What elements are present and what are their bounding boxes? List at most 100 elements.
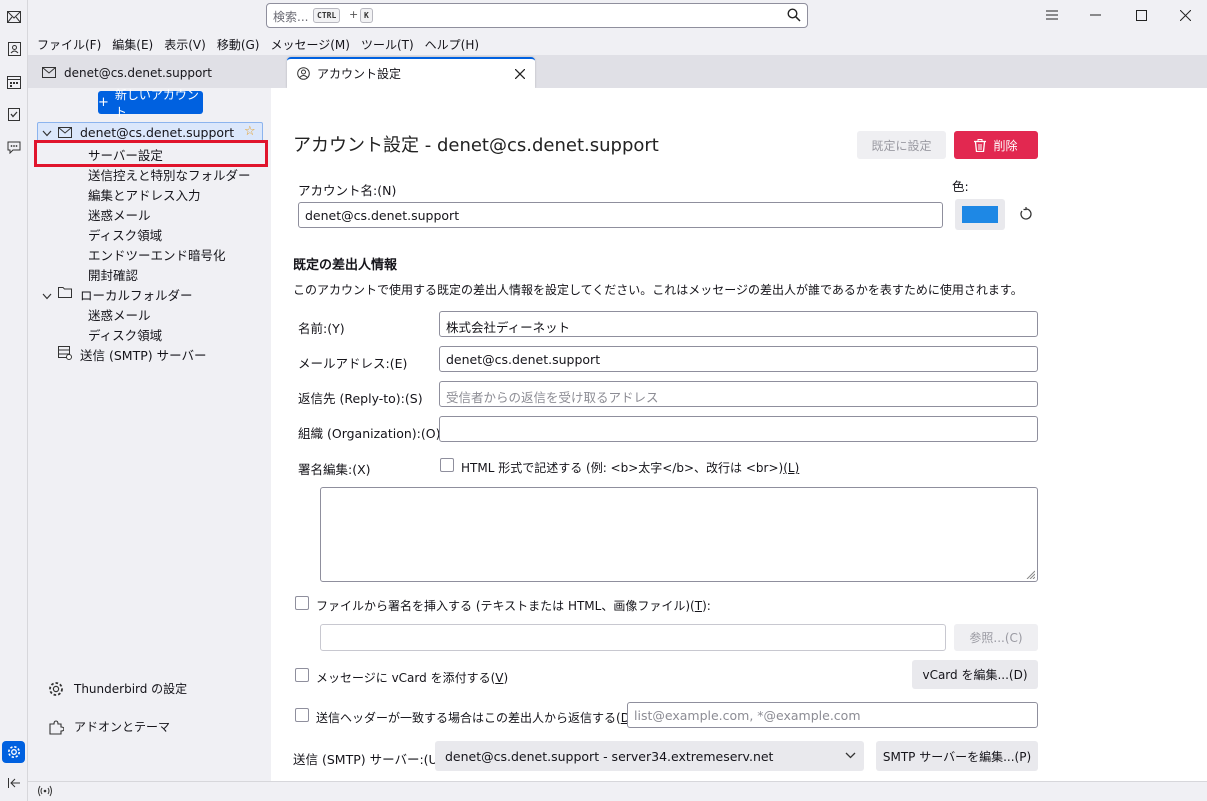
gear-icon <box>49 681 63 696</box>
delete-label: 削除 <box>993 138 1018 153</box>
online-status-icon[interactable] <box>37 785 53 800</box>
account-name-field[interactable]: denet@cs.denet.support <box>298 202 943 228</box>
minimize-icon[interactable] <box>1072 0 1118 30</box>
spaces-toolbar <box>0 0 28 801</box>
mail-tab-icon <box>42 67 56 78</box>
organization-label: 組織 (Organization):(O) <box>298 426 441 441</box>
tab-mail[interactable]: denet@cs.denet.support <box>42 57 282 88</box>
close-window-icon[interactable] <box>1162 0 1207 30</box>
menu-view[interactable]: 表示(V) <box>164 36 206 53</box>
email-field[interactable]: denet@cs.denet.support <box>439 346 1038 372</box>
attach-vcard-checkbox[interactable] <box>295 668 309 682</box>
reply-from-label[interactable]: 送信ヘッダーが一致する場合はこの差出人から返信する(D): <box>316 709 639 726</box>
browse-button[interactable]: 参照...(C) <box>954 624 1038 651</box>
menu-file[interactable]: ファイル(F) <box>37 36 101 53</box>
search-icon[interactable] <box>787 8 801 25</box>
account-settings-tab-icon <box>297 67 310 80</box>
menu-edit[interactable]: 編集(E) <box>112 36 153 53</box>
menu-go[interactable]: 移動(G) <box>217 36 260 53</box>
addons-themes-link[interactable]: アドオンとテーマ <box>48 718 170 735</box>
reply-to-label: 返信先 (Reply-to):(S) <box>298 391 423 406</box>
color-swatch <box>962 206 998 223</box>
thunderbird-settings-link[interactable]: Thunderbird の設定 <box>48 680 187 697</box>
close-tab-icon[interactable] <box>514 64 526 83</box>
folder-icon <box>58 286 73 301</box>
html-signature-label[interactable]: HTML 形式で記述する (例: <b>太字</b>、改行は <br>)(L) <box>461 459 799 476</box>
tree-item-local-disk[interactable]: ディスク領域 <box>88 325 162 344</box>
tree-item-disk-space[interactable]: ディスク領域 <box>88 225 162 244</box>
identity-description: このアカウントで使用する既定の差出人情報を設定してください。これはメッセージの差… <box>293 283 1023 297</box>
tree-item-receipts[interactable]: 開封確認 <box>88 265 138 284</box>
tree-item-junk[interactable]: 迷惑メール <box>88 205 151 224</box>
address-book-icon[interactable] <box>5 40 23 58</box>
menu-help[interactable]: ヘルプ(H) <box>425 36 479 53</box>
puzzle-icon <box>49 719 64 735</box>
chevron-down-icon <box>845 752 856 759</box>
highlight-box <box>34 140 268 167</box>
tree-item-local-junk[interactable]: 迷惑メール <box>88 305 151 324</box>
delete-account-button[interactable]: 削除 <box>954 131 1038 159</box>
color-picker[interactable] <box>955 199 1005 230</box>
tree-item-composition[interactable]: 編集とアドレス入力 <box>88 185 201 204</box>
tab-account-settings[interactable]: アカウント設定 <box>287 57 535 88</box>
mail-icon[interactable] <box>5 8 23 26</box>
signature-label: 署名編集:(X) <box>298 462 371 477</box>
local-folders-label[interactable]: ローカルフォルダー <box>80 285 193 304</box>
html-signature-key: (L) <box>783 461 800 475</box>
signature-file-text: ファイルから署名を挿入する (テキストまたは HTML、画像ファイル)( <box>316 599 695 613</box>
tree-item-e2e[interactable]: エンドツーエンド暗号化 <box>88 245 226 264</box>
account-name-label: denet@cs.denet.support <box>80 125 235 140</box>
signature-file-checkbox[interactable] <box>295 596 309 610</box>
menu-tools[interactable]: ツール(T) <box>361 36 414 53</box>
app-menu-icon[interactable] <box>1029 0 1075 30</box>
search-box[interactable]: 検索... CTRL + K <box>266 3 808 28</box>
signature-file-key: T <box>694 599 703 613</box>
smtp-server-select[interactable]: denet@cs.denet.support - server34.extrem… <box>435 741 864 771</box>
chevron-down-icon[interactable] <box>42 125 52 140</box>
signature-file-end: ): <box>702 599 711 613</box>
addons-themes-label: アドオンとテーマ <box>74 720 171 734</box>
maximize-icon[interactable] <box>1118 0 1164 30</box>
settings-space-icon[interactable] <box>2 741 25 763</box>
email-label: メールアドレス:(E) <box>298 356 408 371</box>
reply-from-text: 送信ヘッダーが一致する場合はこの差出人から返信する( <box>316 711 621 725</box>
name-label: 名前:(Y) <box>298 321 345 336</box>
edit-smtp-button[interactable]: SMTP サーバーを編集...(P) <box>876 741 1038 771</box>
menu-message[interactable]: メッセージ(M) <box>270 36 349 53</box>
edit-vcard-button[interactable]: vCard を編集...(D) <box>912 660 1038 689</box>
chat-icon[interactable] <box>5 138 23 156</box>
html-signature-checkbox[interactable] <box>440 458 454 472</box>
smtp-tree-item[interactable]: 送信 (SMTP) サーバー <box>80 345 206 364</box>
color-label: 色: <box>952 179 969 194</box>
attach-vcard-end: ) <box>503 671 509 685</box>
new-account-button[interactable]: + 新しいアカウント <box>98 88 203 119</box>
tab-account-settings-label: アカウント設定 <box>317 67 402 81</box>
attach-vcard-label[interactable]: メッセージに vCard を添付する(V) <box>316 669 508 686</box>
signature-file-label[interactable]: ファイルから署名を挿入する (テキストまたは HTML、画像ファイル)(T): <box>316 597 711 614</box>
reset-color-icon[interactable] <box>1019 207 1033 224</box>
tree-item-copies-folders[interactable]: 送信控えと特別なフォルダー <box>88 165 251 184</box>
thunderbird-settings-label: Thunderbird の設定 <box>74 682 188 696</box>
shortcut-key-k: K <box>360 8 373 23</box>
reply-to-field[interactable]: 受信者からの返信を受け取るアドレス <box>439 381 1038 407</box>
status-bar <box>28 781 1207 801</box>
chevron-down-icon[interactable] <box>42 288 52 303</box>
signature-textarea[interactable] <box>320 487 1038 582</box>
attach-vcard-text: メッセージに vCard を添付する( <box>316 671 496 685</box>
tasks-icon[interactable] <box>5 105 23 123</box>
name-field[interactable]: 株式会社ディーネット <box>439 311 1038 337</box>
resize-grip-icon[interactable] <box>1025 569 1035 579</box>
reply-from-checkbox[interactable] <box>295 708 309 722</box>
tab-bar: denet@cs.denet.support アカウント設定 <box>28 55 1207 88</box>
set-default-button[interactable]: 既定に設定 <box>857 131 946 159</box>
search-placeholder: 検索... <box>273 10 309 24</box>
collapse-spaces-icon[interactable] <box>5 774 23 792</box>
plus-icon: + <box>98 95 109 110</box>
account-name-label-text: アカウント名:(N) <box>298 183 397 198</box>
calendar-icon[interactable] <box>5 73 23 91</box>
html-signature-text: HTML 形式で記述する (例: <b>太字</b>、改行は <br>) <box>461 461 784 475</box>
organization-field[interactable] <box>439 416 1038 442</box>
reply-from-field[interactable]: list@example.com, *@example.com <box>627 702 1038 728</box>
menu-bar: ファイル(F) 編集(E) 表示(V) 移動(G) メッセージ(M) ツール(T… <box>28 33 1207 55</box>
signature-file-path-field <box>320 624 946 651</box>
